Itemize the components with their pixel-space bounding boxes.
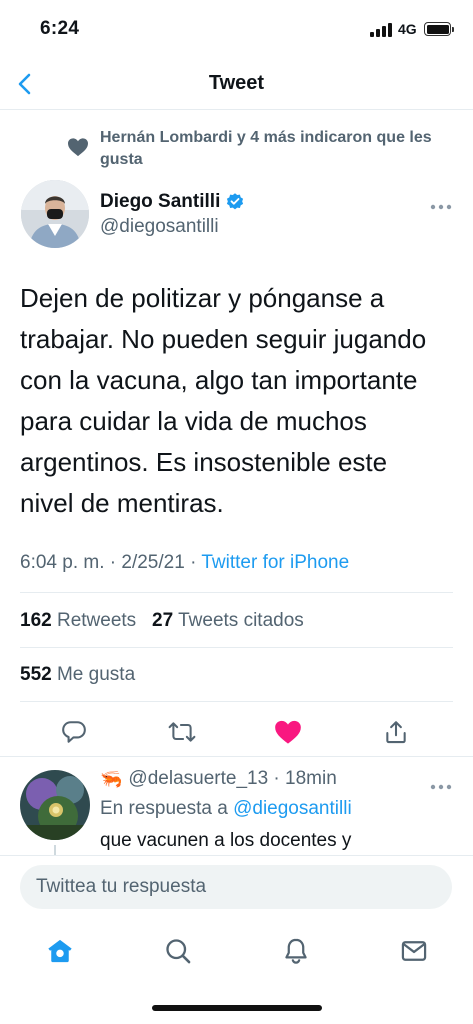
likes-stat[interactable]: 552 Me gusta	[20, 664, 135, 686]
compose-bar: Twittea tu respuesta	[0, 855, 473, 917]
retweet-icon[interactable]	[162, 712, 202, 752]
quotes-stat[interactable]: 27 Tweets citados	[152, 610, 304, 631]
quotes-count: 27	[152, 610, 174, 631]
tweet-text-line: trabajar. No pueden seguir jugando	[20, 324, 427, 354]
replying-to-prefix: En respuesta a	[100, 798, 228, 819]
notifications-bell-icon[interactable]	[276, 931, 316, 971]
reply-time: 18min	[285, 768, 337, 789]
divider	[20, 647, 453, 648]
nav-bar: Tweet	[0, 60, 473, 110]
page-title: Tweet	[208, 72, 265, 94]
divider	[20, 592, 453, 593]
status-time: 6:24	[40, 18, 80, 39]
tweet-text-line: con la vacuna, algo tan importante	[20, 365, 418, 395]
tweet-source-link[interactable]: Twitter for iPhone	[201, 552, 349, 573]
retweets-count: 162	[20, 610, 52, 631]
tweet-metadata: 6:04 p. m. · 2/25/21 · Twitter for iPhon…	[20, 552, 350, 573]
home-icon[interactable]	[40, 931, 80, 971]
reply-icon[interactable]	[54, 712, 94, 752]
retweet-stats-row: 162 Retweets 27 Tweets citados	[20, 610, 304, 632]
retweets-stat[interactable]: 162 Retweets	[20, 610, 136, 631]
avatar[interactable]	[21, 180, 89, 248]
tweet-author: Diego Santilli @diegosantilli	[0, 180, 473, 250]
tweet-text: Dejen de politizar y pónganse a trabajar…	[20, 278, 460, 524]
tab-bar	[0, 917, 473, 987]
verified-badge-icon	[227, 193, 244, 210]
tweet-date: 2/25/21	[121, 552, 185, 573]
reply-handle[interactable]: @delasuerte_13	[128, 768, 268, 790]
search-icon[interactable]	[158, 931, 198, 971]
tweet-actions	[0, 712, 473, 752]
tweet-text-line: nivel de mentiras.	[20, 488, 224, 518]
shrimp-emoji-icon: 🦐	[100, 768, 123, 789]
status-bar: 6:24 4G	[0, 0, 473, 60]
social-context[interactable]: Hernán Lombardi y 4 más indicaron que le…	[0, 125, 473, 175]
network-label: 4G	[398, 21, 417, 37]
likes-label: Me gusta	[56, 664, 136, 685]
battery-icon	[424, 22, 454, 36]
signal-icon	[370, 23, 394, 37]
replying-to: En respuesta a @diegosantilli	[100, 798, 352, 820]
social-context-text: Hernán Lombardi y 4 más indicaron que le…	[100, 129, 432, 168]
author-handle[interactable]: @diegosantilli	[100, 216, 219, 238]
divider	[0, 756, 473, 757]
thread-line	[54, 845, 56, 855]
tweet-text-line: Dejen de politizar y pónganse a	[20, 283, 385, 313]
quotes-label: Tweets citados	[178, 610, 304, 631]
retweets-label: Retweets	[56, 610, 137, 631]
heart-icon	[67, 137, 89, 157]
reply-header: 🦐 @delasuerte_13 · 18min	[100, 768, 337, 790]
tweet-text-line: argentinos. Es insostenible este	[20, 447, 388, 477]
reply-more-options-icon[interactable]	[430, 778, 452, 790]
author-name: Diego Santilli	[100, 191, 221, 212]
like-icon[interactable]	[268, 712, 308, 752]
likes-count: 552	[20, 664, 52, 685]
tweet-time: 6:04 p. m.	[20, 552, 105, 573]
replying-to-mention[interactable]: @diegosantilli	[233, 798, 352, 819]
messages-mail-icon[interactable]	[394, 931, 434, 971]
author-name-row[interactable]: Diego Santilli	[100, 190, 245, 214]
reply-text: que vacunen a los docentes y	[100, 830, 352, 851]
divider	[20, 701, 453, 702]
home-indicator[interactable]	[152, 1005, 322, 1011]
tweet-text-line: para cuidar la vida de muchos	[20, 406, 367, 436]
reply-avatar[interactable]	[20, 770, 90, 840]
share-icon[interactable]	[376, 712, 416, 752]
reply-tweet[interactable]: 🦐 @delasuerte_13 · 18min En respuesta a …	[0, 760, 473, 855]
reply-input[interactable]: Twittea tu respuesta	[20, 865, 452, 909]
more-options-icon[interactable]	[430, 198, 452, 210]
